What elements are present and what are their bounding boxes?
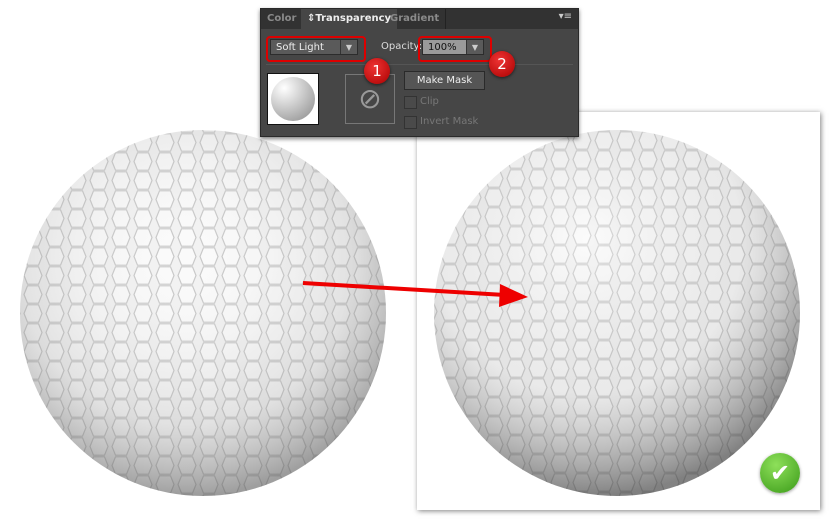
blend-mode-select[interactable]: Soft Light ▼ [270,39,358,55]
transparency-panel: Color ⇕Transparency Gradient ▾≡ Soft Lig… [260,8,579,137]
step-badge-2: 2 [489,51,515,77]
chevron-down-icon: ▼ [466,40,483,54]
chevron-down-icon: ▼ [340,40,357,54]
panel-tab-bar: Color ⇕Transparency Gradient ▾≡ [261,9,578,29]
step-badge-1: 1 [364,58,390,84]
opacity-label: Opacity: [381,41,423,52]
tab-color[interactable]: Color [261,9,302,29]
tab-transparency[interactable]: ⇕Transparency [301,9,398,29]
make-mask-button[interactable]: Make Mask [404,71,485,90]
invert-mask-label: Invert Mask [420,116,479,127]
invert-mask-checkbox[interactable] [404,116,417,129]
object-thumbnail[interactable] [267,73,319,125]
clip-label: Clip [420,96,439,107]
tab-gradient[interactable]: Gradient [384,9,447,29]
opacity-value: 100% [428,42,457,53]
opacity-field[interactable]: 100% ▼ [422,39,484,55]
clip-checkbox[interactable] [404,96,417,109]
divider [266,64,573,65]
panel-menu-icon[interactable]: ▾≡ [559,11,572,22]
blend-mode-value: Soft Light [276,42,324,53]
tab-label: Transparency [315,13,392,24]
